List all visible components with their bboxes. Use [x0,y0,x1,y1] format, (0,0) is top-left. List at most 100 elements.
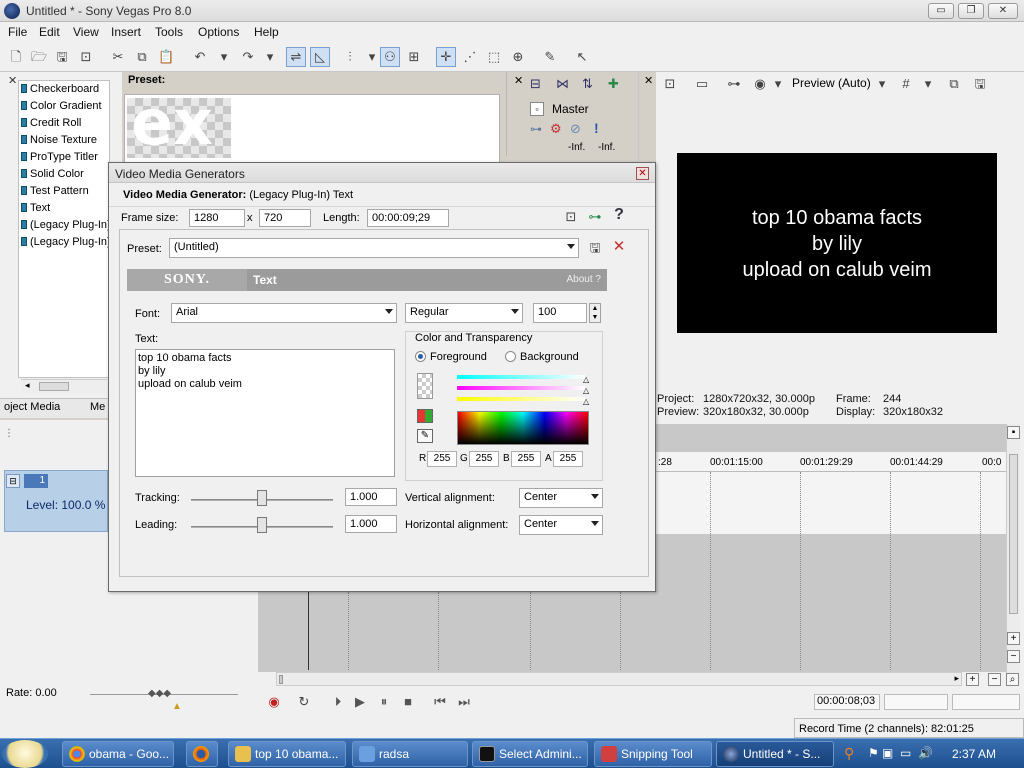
track-expand-icon[interactable]: ⊟ [6,474,20,488]
project-properties-icon[interactable]: ⊡ [662,76,678,92]
save-preset-icon[interactable]: 🖫 [587,240,603,256]
green-field[interactable]: 255 [469,451,499,467]
timeline-horizontal-scrollbar[interactable]: ▸ [276,672,962,686]
play-icon[interactable]: ▶ [352,694,368,710]
video-track[interactable] [656,472,1008,534]
save-snapshot-icon[interactable]: 🖫 [972,76,988,92]
mixer-close-icon[interactable]: ✕ [514,74,523,87]
leading-field[interactable]: 1.000 [345,515,397,533]
redo-dropdown-icon[interactable]: ▾ [262,49,278,65]
external-monitor-icon[interactable]: ▭ [694,76,710,92]
dialog-close-button[interactable]: ✕ [636,167,649,180]
font-dropdown[interactable]: Arial [171,303,397,323]
monitor-icon[interactable]: ▭ [900,746,911,760]
preview-fx-icon[interactable]: ⊶ [726,76,742,92]
taskbar-folder[interactable]: top 10 obama... [228,741,346,767]
network-icon[interactable]: ▣ [882,746,893,760]
info-icon[interactable]: ! [594,120,599,136]
taskbar-chrome[interactable]: obama - Goo... [62,741,174,767]
zoom-tool-icon[interactable]: ⊕ [510,49,526,65]
tab-media-generators[interactable]: Me [90,401,105,413]
taskbar-vegas[interactable]: Untitled * - S... [716,741,834,767]
scroll-left-icon[interactable]: ◂ [25,380,30,391]
list-item[interactable]: Solid Color [21,168,84,184]
vegas-app-icon[interactable] [4,3,20,19]
save-as-icon[interactable]: ⊡ [78,49,94,65]
properties-icon[interactable]: ✎ [542,49,558,65]
slider-arrow-icon[interactable]: △ [583,386,589,395]
selection-length-field[interactable] [952,694,1020,710]
background-radio[interactable]: Background [505,351,579,363]
scroll-thumb[interactable] [1009,454,1018,614]
quality-dropdown-icon[interactable]: ▾ [874,76,890,92]
help-icon[interactable]: ? [611,207,627,223]
foreground-radio[interactable]: Foreground [415,351,487,363]
bus-assign-icon[interactable]: ⊶ [530,122,542,136]
new-file-icon[interactable]: 🗋 [8,49,24,65]
mute-icon[interactable]: ⊘ [570,121,581,137]
eyedropper-icon[interactable]: ✎ [417,429,433,443]
maximize-button[interactable]: ❐ [958,3,984,19]
rate-slider-handle[interactable]: ◆◆◆ [148,688,171,699]
list-item[interactable]: Test Pattern [21,185,89,201]
insert-bus-icon[interactable]: ✚ [608,76,619,92]
snap-icon[interactable]: ⫶ [342,49,358,65]
split-screen-icon[interactable]: ◉ [752,76,768,92]
list-item[interactable]: Color Gradient [21,100,102,116]
menu-file[interactable]: File [8,25,27,39]
font-size-stepper[interactable]: ▲ ▼ [589,303,601,323]
overlays-icon[interactable]: # [898,76,914,92]
whats-this-icon[interactable]: ↖ [574,49,590,65]
font-size-field[interactable]: 100 [533,303,587,323]
play-from-start-icon[interactable]: ⏵ [330,694,346,710]
frame-height-field[interactable]: 720 [259,209,311,227]
length-field[interactable]: 00:00:09;29 [367,209,449,227]
envelope-icon[interactable]: ◺ [310,47,330,67]
cut-icon[interactable]: ✂ [110,49,126,65]
slider-arrow-icon[interactable]: △ [583,397,589,406]
list-item[interactable]: (Legacy Plug-In) [21,236,111,252]
text-input[interactable]: top 10 obama facts by lily upload on cal… [135,349,395,477]
lock-envelopes-icon[interactable]: ⚇ [380,47,400,67]
track-list-menu-icon[interactable]: ▪ [1007,426,1020,439]
taskbar-command-prompt[interactable]: Select Admini... [472,741,588,767]
split-dropdown-icon[interactable]: ▾ [770,76,786,92]
list-item[interactable]: Checkerboard [21,83,99,99]
list-item[interactable]: Noise Texture [21,134,97,150]
minimize-button[interactable]: ▭ [928,3,954,19]
zoom-tool-icon[interactable]: ⌕ [1006,673,1019,686]
zoom-in-icon[interactable]: + [966,673,979,686]
track-level[interactable]: Level: 100.0 % [26,498,105,512]
preview-close-icon[interactable]: ✕ [644,74,653,87]
zoom-in-track-icon[interactable]: + [1007,632,1020,645]
horizontal-scrollbar[interactable]: ◂ [21,379,107,393]
stop-icon[interactable]: ■ [400,694,416,710]
fx-gear-icon[interactable]: ⚙ [550,121,562,137]
mixer-tool-icon[interactable]: ⊟ [530,76,541,92]
downmix-icon[interactable]: ⋈ [556,76,569,92]
tab-project-media[interactable]: oject Media [4,401,60,413]
font-style-dropdown[interactable]: Regular [405,303,523,323]
red-field[interactable]: 255 [427,451,457,467]
flag-icon[interactable]: ⚑ [868,746,879,760]
vertical-scrollbar[interactable]: ▪ + − [1006,424,1020,686]
menu-tools[interactable]: Tools [155,25,183,39]
list-item[interactable]: Text [21,202,50,218]
close-button[interactable]: ✕ [988,3,1018,19]
redo-icon[interactable]: ↷ [240,49,256,65]
list-item[interactable]: ProType Titler [21,151,98,167]
list-item[interactable]: Credit Roll [21,117,81,133]
luminance-gradient-bar[interactable] [457,397,585,401]
scroll-thumb[interactable] [39,382,69,391]
paste-icon[interactable]: 📋 [158,49,174,65]
copy-icon[interactable]: ⧉ [134,49,150,65]
preset-thumbnail[interactable]: ex [127,98,231,158]
cursor-timecode[interactable]: 00:00:08;03 [814,694,880,710]
taskbar-snipping-tool[interactable]: Snipping Tool [594,741,712,767]
menu-insert[interactable]: Insert [111,25,141,39]
timeline-ruler[interactable]: :28 00:01:15:00 00:01:29:29 00:01:44:29 … [656,452,1008,472]
overlays-dropdown-icon[interactable]: ▾ [920,76,936,92]
slider-arrow-icon[interactable]: △ [583,375,589,384]
color-picker-icon[interactable] [417,409,433,423]
ignore-grouping-icon[interactable]: ⊞ [406,49,422,65]
